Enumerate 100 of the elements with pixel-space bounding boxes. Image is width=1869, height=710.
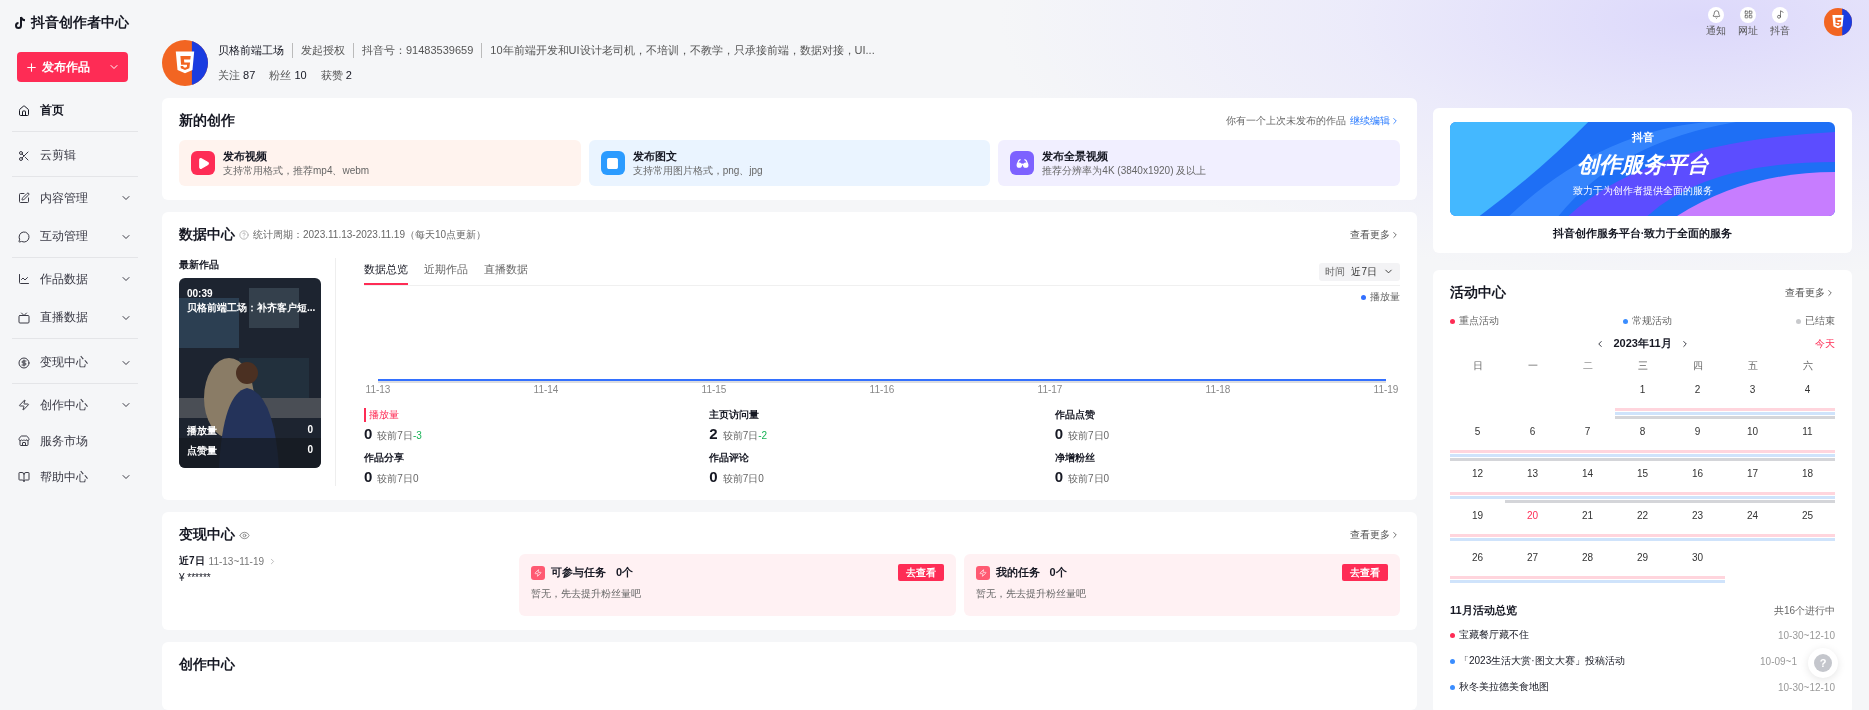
chat-icon [18,230,30,243]
top-action[interactable]: 网址 [1738,6,1758,38]
top-action[interactable]: 抖音 [1770,6,1790,38]
auth-link[interactable]: 发起授权 [292,43,345,58]
metric-value: 0 [1054,468,1063,485]
option-title: 发布全景视频 [1042,148,1110,164]
tab[interactable]: 近期作品 [424,258,468,285]
tv-icon [18,311,30,324]
activity-dates: 10-09~1 [1760,655,1797,667]
avatar [162,40,208,86]
calendar-day[interactable]: 17 [1746,465,1759,491]
calendar-day[interactable]: 18 [1801,465,1814,491]
calendar-day[interactable]: 11 [1802,423,1813,449]
calendar-day[interactable]: 21 [1581,507,1594,533]
tab[interactable]: 直播数据 [484,258,528,285]
calendar-day[interactable]: 13 [1526,465,1539,491]
calendar-day[interactable]: 15 [1636,465,1649,491]
metric-label[interactable]: 净增粉丝 [1054,451,1400,465]
metric-label[interactable]: 作品分享 [364,451,710,465]
income-amount: ¥ ****** [179,572,212,583]
axis-label: 11-15 [701,384,727,395]
weekday-label: 五 [1746,359,1759,373]
book-icon [18,471,30,483]
sidebar-item[interactable]: 云剪辑 [12,135,138,177]
calendar-day[interactable]: 25 [1801,507,1814,533]
time-filter[interactable]: 时间 近7日 [1319,262,1400,281]
view-more-link[interactable]: 查看更多 [1350,228,1400,242]
sidebar-item[interactable]: 内容管理 [12,180,138,216]
calendar-day[interactable]: 27 [1526,549,1539,575]
calendar-day[interactable]: 24 [1746,507,1759,533]
calendar-day[interactable]: 6 [1529,423,1536,449]
calendar-day[interactable]: 7 [1584,423,1591,449]
tab[interactable]: 数据总览 [364,258,408,285]
calendar-day[interactable]: 4 [1804,381,1811,407]
metric-value: 0 [364,468,373,485]
sidebar-item[interactable]: 互动管理 [12,216,138,258]
sidebar-item[interactable]: 首页 [12,90,138,132]
continue-edit-link[interactable]: 继续编辑 [1350,114,1400,128]
activity-name[interactable]: 秋冬美拉德美食地图 [1459,680,1549,694]
metric-value: 0 [1054,425,1063,442]
sidebar-item[interactable]: 变现中心 [12,342,138,384]
calendar-day[interactable]: 3 [1749,381,1756,407]
sidebar-item[interactable]: 帮助中心 [12,459,138,495]
today-link[interactable]: 今天 [1815,336,1835,351]
metric-label[interactable]: 播放量 [364,408,710,422]
create-option[interactable]: 发布图文 支持常用图片格式，png、jpg [588,140,991,186]
sidebar-item[interactable]: 作品数据 [12,261,138,297]
comparison-text: 较前7日0 [1068,472,1110,486]
comparison-text: 较前7日0 [722,472,764,486]
help-icon [239,230,249,240]
calendar-day[interactable]: 8 [1639,423,1646,449]
sidebar-item[interactable]: 服务市场 [12,423,138,459]
publish-button[interactable]: 发布作品 [17,52,128,82]
calendar-day[interactable]: 22 [1636,507,1649,533]
view-button[interactable]: 去查看 [897,564,944,581]
view-button[interactable]: 去查看 [1342,564,1388,581]
calendar-day[interactable]: 28 [1581,549,1594,575]
axis-label: 11-17 [1037,384,1063,395]
view-more-link[interactable]: 查看更多 [1785,286,1835,300]
calendar-day[interactable]: 20 [1526,507,1539,533]
calendar-day[interactable]: 1 [1639,381,1646,407]
calendar-day[interactable]: 5 [1474,423,1481,449]
activity-name[interactable]: 「2023生活大赏·图文大赛」投稿活动 [1459,654,1625,668]
legend-item: 已结束 [1796,314,1835,328]
card-title: 创作中心 [179,656,236,674]
calendar-day[interactable]: 30 [1691,549,1704,575]
card-title: 新的创作 [179,112,235,130]
task-count: 0个 [1049,565,1067,580]
axis-label: 11-18 [1205,384,1231,395]
calendar-day[interactable]: 29 [1636,549,1649,575]
stat-value: 0 [307,424,313,437]
legend-item: 重点活动 [1450,314,1499,328]
calendar-day[interactable]: 9 [1694,423,1701,449]
calendar-day[interactable]: 12 [1471,465,1484,491]
create-option[interactable]: 发布全景视频 推荐分辨率为4K (3840x1920) 及以上 [998,140,1400,186]
view-more-link[interactable]: 查看更多 [1350,528,1400,542]
calendar-day[interactable]: 10 [1746,423,1759,449]
create-option[interactable]: 发布视频 支持常用格式，推荐mp4、webm [179,140,581,186]
calendar-day[interactable]: 26 [1471,549,1484,575]
metric-label[interactable]: 作品点赞 [1054,408,1400,422]
profile-stat: 关注 87 [218,68,256,83]
calendar-day[interactable]: 2 [1694,381,1701,407]
coin-icon [18,356,30,369]
document-icon [18,192,30,204]
weekday-label: 日 [1471,359,1484,373]
sidebar-item[interactable]: 创作中心 [12,387,138,423]
sidebar-item[interactable]: 直播数据 [12,297,138,339]
metric-label[interactable]: 作品评论 [709,451,1055,465]
activity-name[interactable]: 宝藏餐厅藏不住 [1459,628,1529,642]
top-action[interactable]: 通知 [1706,6,1726,38]
calendar-day[interactable]: 23 [1691,507,1704,533]
option-description: 支持常用图片格式，png、jpg [632,163,763,178]
calendar-day[interactable]: 14 [1581,465,1594,491]
weekday-label: 六 [1801,359,1814,373]
weekday-label: 三 [1636,359,1649,373]
metric-label[interactable]: 主页访问量 [709,408,1055,422]
metric-value: 2 [709,425,718,442]
calendar-day[interactable]: 16 [1691,465,1704,491]
calendar-day[interactable]: 19 [1471,507,1484,533]
banner-headline: 创作服务平台 [1576,151,1709,179]
